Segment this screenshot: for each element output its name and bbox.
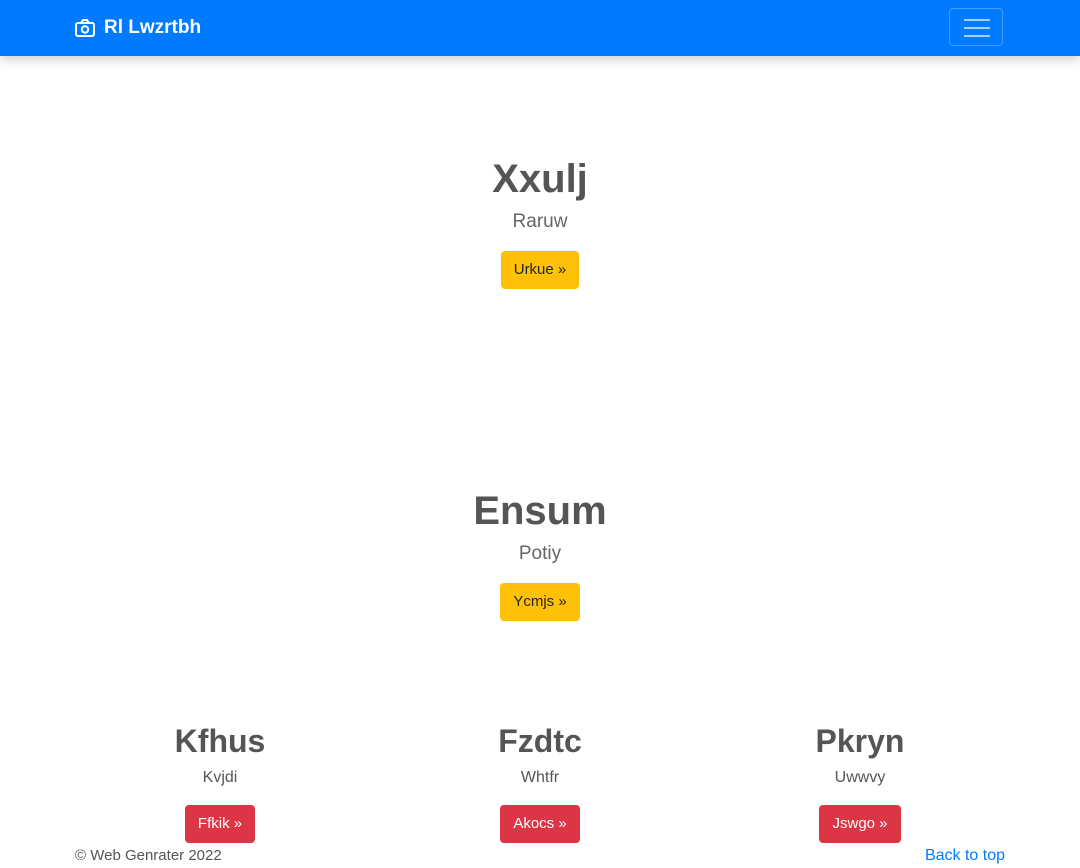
- section-cta-button[interactable]: Urkue »: [500, 251, 580, 289]
- feature-column-3: Pkryn Uwwvy Jswgo »: [700, 721, 1020, 843]
- hero-section-2: Ensum Potiy Ycmjs »: [0, 487, 1080, 621]
- top-navbar: Rl Lwzrtbh: [0, 0, 1080, 56]
- section-title: Xxulj: [492, 157, 588, 201]
- camera-icon: [75, 19, 95, 37]
- column-title: Fzdtc: [498, 723, 582, 759]
- back-to-top-link[interactable]: Back to top: [925, 846, 1005, 866]
- section-cta-button[interactable]: Ycmjs »: [500, 583, 580, 621]
- column-title: Pkryn: [815, 723, 905, 759]
- column-button[interactable]: Akocs »: [500, 805, 580, 843]
- section-subtitle: Potiy: [518, 543, 562, 564]
- feature-column-2: Fzdtc Whtfr Akocs »: [380, 721, 700, 843]
- hero-section-1: Xxulj Raruw Urkue »: [0, 155, 1080, 289]
- feature-column-1: Kfhus Kvjdi Ffkik »: [60, 721, 380, 843]
- column-button[interactable]: Jswgo »: [819, 805, 901, 843]
- column-title: Kfhus: [174, 723, 266, 759]
- brand-label: Rl Lwzrtbh: [104, 17, 202, 38]
- navbar-brand[interactable]: Rl Lwzrtbh: [75, 16, 201, 40]
- column-text: Kvjdi: [202, 769, 238, 786]
- column-text: Uwwvy: [834, 769, 886, 786]
- section-title: Ensum: [473, 489, 607, 533]
- column-text: Whtfr: [520, 769, 560, 786]
- navbar-toggler-button[interactable]: [949, 8, 1003, 46]
- column-button[interactable]: Ffkik »: [184, 805, 256, 843]
- footer-copyright: © Web Genrater 2022: [75, 847, 222, 864]
- section-subtitle: Raruw: [512, 211, 568, 232]
